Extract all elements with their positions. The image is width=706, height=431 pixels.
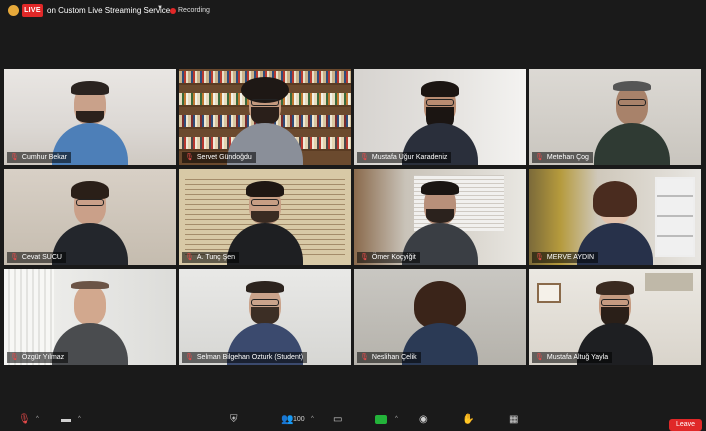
muted-mic-icon: 🎙 <box>535 254 544 261</box>
participants-count[interactable]: 100 <box>293 416 305 423</box>
muted-mic-icon: 🎙 <box>360 354 369 361</box>
participant-name: MERVE AYDIN <box>546 254 595 261</box>
muted-mic-icon: 🎙 <box>360 254 369 261</box>
participant-name: Servet Gündoğdu <box>196 154 252 161</box>
participant-name: Neslihan Çelik <box>371 354 417 361</box>
video-tile[interactable]: 🎙 Mustafa Uğur Karadeniz <box>354 69 526 165</box>
video-tile[interactable]: 🎙 Cumhur Bekar <box>4 69 176 165</box>
video-tile[interactable]: 🎙 Metehan Çog <box>529 69 701 165</box>
unmute-mic-icon[interactable]: 🎙 <box>18 414 31 426</box>
video-tile[interactable]: 🎙 Ömer Koçyiğit <box>354 169 526 265</box>
video-tile-active-speaker[interactable]: 🎙 A. Tunç Şen <box>179 169 351 265</box>
participant-name-tag: 🎙 Cumhur Bekar <box>7 152 72 163</box>
video-camera-icon[interactable]: ▬ <box>61 414 71 426</box>
chat-icon[interactable]: ▭ <box>333 414 342 426</box>
record-icon[interactable]: ◉ <box>419 414 428 426</box>
participant-name-tag: 🎙 A. Tunç Şen <box>182 252 240 263</box>
participant-name-tag: 🎙 Mustafa Uğur Karadeniz <box>357 152 452 163</box>
reactions-icon[interactable]: ✋ <box>462 414 474 426</box>
muted-mic-icon: 🎙 <box>185 354 194 361</box>
meeting-top-bar: LIVE on Custom Live Streaming Service ▼ … <box>0 0 706 22</box>
participant-name: A. Tunç Şen <box>196 254 236 261</box>
video-tile[interactable]: 🎙 MERVE AYDIN <box>529 169 701 265</box>
participants-options-chevron-icon[interactable]: ^ <box>311 416 314 422</box>
video-tile[interactable]: 🎙 Cevat SUCU <box>4 169 176 265</box>
participant-name-tag: 🎙 Metehan Çog <box>532 152 593 163</box>
muted-mic-icon: 🎙 <box>185 254 194 261</box>
security-icon[interactable]: ⛨ <box>230 414 238 426</box>
recording-label: Recording <box>178 7 210 14</box>
muted-mic-icon: 🎙 <box>10 254 19 261</box>
live-badge[interactable]: LIVE <box>22 4 43 17</box>
video-tile[interactable]: 🎙 Servet Gündoğdu <box>179 69 351 165</box>
muted-mic-icon: 🎙 <box>185 154 194 161</box>
video-options-chevron-icon[interactable]: ^ <box>78 416 81 422</box>
participant-name: Metehan Çog <box>546 154 589 161</box>
security-shield-icon[interactable] <box>8 5 19 16</box>
participant-name: Cumhur Bekar <box>21 154 68 161</box>
participant-name-tag: 🎙 Özgür Yılmaz <box>7 352 69 363</box>
participant-name: Selman Bilgehan Ozturk (Student) <box>196 354 304 361</box>
chevron-down-icon[interactable]: ▼ <box>157 5 163 11</box>
video-tile[interactable]: 🎙 Özgür Yılmaz <box>4 269 176 365</box>
audio-options-chevron-icon[interactable]: ^ <box>36 416 39 422</box>
participant-name-tag: 🎙 Mustafa Altuğ Yayla <box>532 352 613 363</box>
participant-name-tag: 🎙 Cevat SUCU <box>7 252 66 263</box>
participant-name-tag: 🎙 Ömer Koçyiğit <box>357 252 420 263</box>
muted-mic-icon: 🎙 <box>10 154 19 161</box>
share-screen-icon[interactable] <box>375 415 387 424</box>
participant-name-tag: 🎙 Selman Bilgehan Ozturk (Student) <box>182 352 308 363</box>
participant-name: Özgür Yılmaz <box>21 354 65 361</box>
share-options-chevron-icon[interactable]: ^ <box>395 416 398 422</box>
apps-grid-icon[interactable]: ▦ <box>509 414 518 426</box>
live-stream-service-label[interactable]: on Custom Live Streaming Service <box>47 3 170 18</box>
video-tile[interactable]: 🎙 Neslihan Çelik <box>354 269 526 365</box>
participant-name-tag: 🎙 Neslihan Çelik <box>357 352 421 363</box>
meeting-toolbar: 🎙 ^ ▬ ^ ⛨ 👥 100 ^ ▭ ^ ◉ ✋ ▦ Leave <box>0 410 706 431</box>
muted-mic-icon: 🎙 <box>535 354 544 361</box>
muted-mic-icon: 🎙 <box>360 154 369 161</box>
participant-name: Mustafa Uğur Karadeniz <box>371 154 448 161</box>
participant-name: Mustafa Altuğ Yayla <box>546 354 609 361</box>
muted-mic-icon: 🎙 <box>535 154 544 161</box>
video-tile[interactable]: 🎙 Selman Bilgehan Ozturk (Student) <box>179 269 351 365</box>
leave-button[interactable]: Leave <box>669 419 702 431</box>
participant-name: Ömer Koçyiğit <box>371 254 416 261</box>
video-tile[interactable]: 🎙 Mustafa Altuğ Yayla <box>529 269 701 365</box>
participant-name-tag: 🎙 Servet Gündoğdu <box>182 152 256 163</box>
recording-icon <box>170 8 176 14</box>
participant-name: Cevat SUCU <box>21 254 62 261</box>
participant-video <box>594 79 671 165</box>
muted-mic-icon: 🎙 <box>10 354 19 361</box>
participant-name-tag: 🎙 MERVE AYDIN <box>532 252 599 263</box>
participants-icon[interactable]: 👥 <box>281 414 293 426</box>
